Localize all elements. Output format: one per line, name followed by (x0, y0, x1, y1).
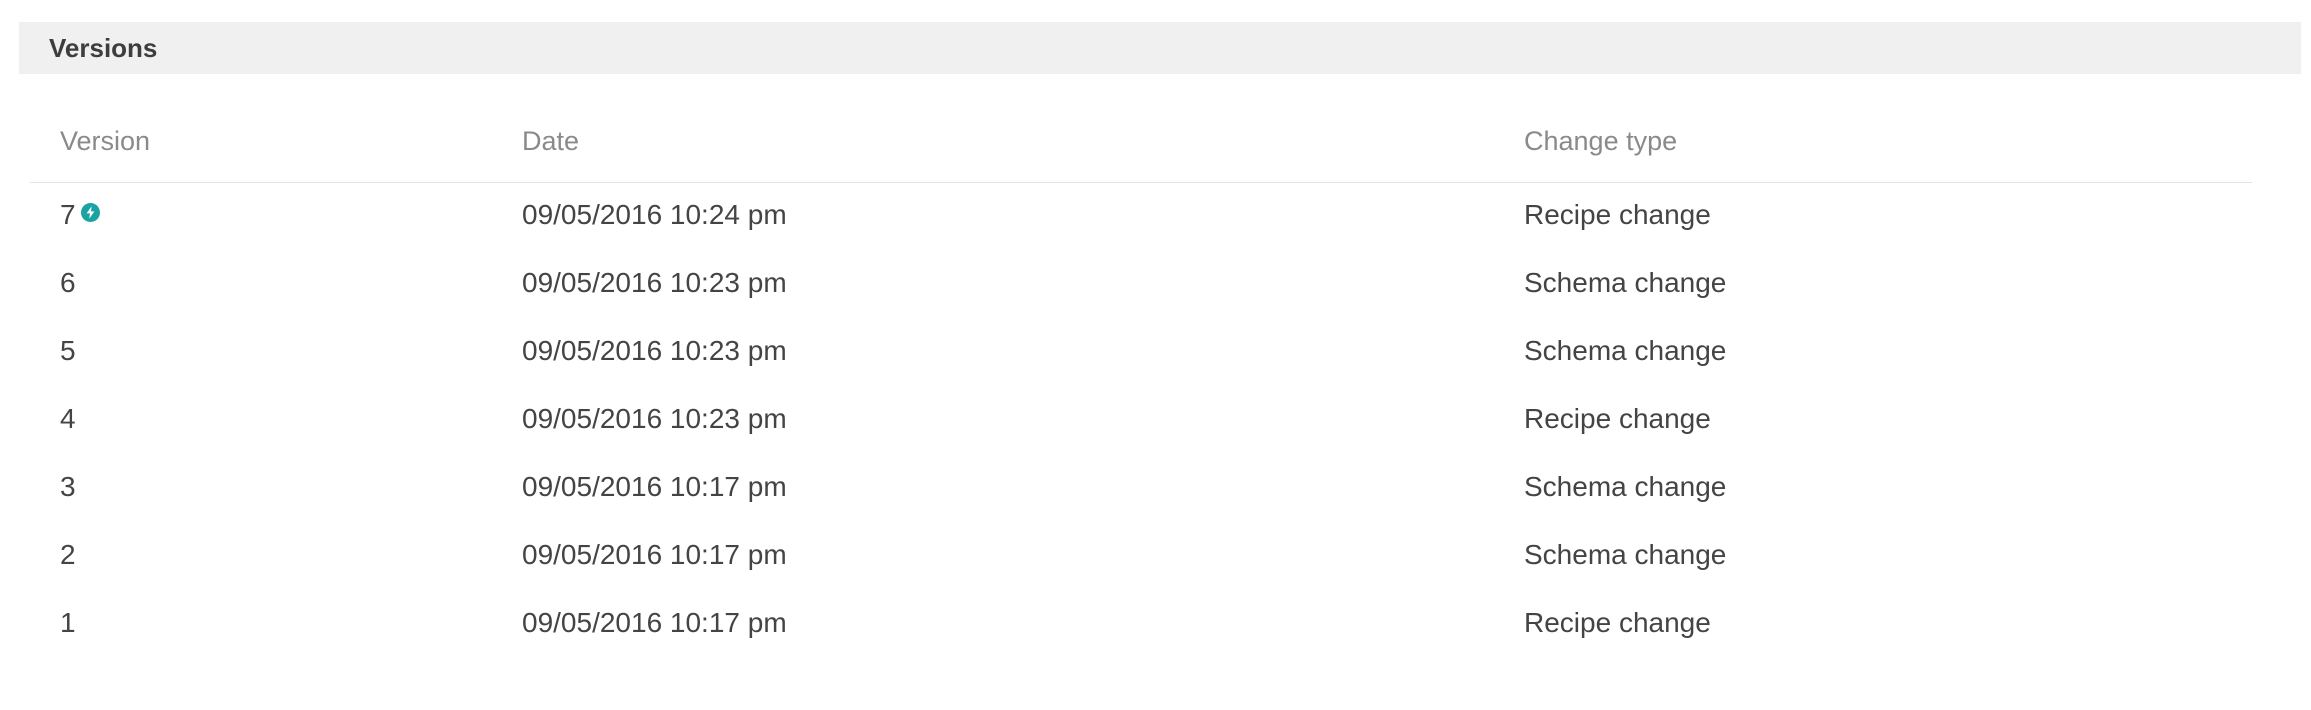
change-type-cell: Schema change (1524, 471, 1727, 502)
table-header: Version Date Change type (30, 96, 2252, 183)
versions-table: Version Date Change type 7 09/05/2016 10… (30, 96, 2252, 659)
change-type-cell: Schema change (1524, 539, 1727, 570)
column-header-version[interactable]: Version (60, 126, 150, 157)
change-type-cell: Recipe change (1524, 403, 1711, 434)
versions-panel: Versions (19, 22, 2301, 74)
change-type-cell: Recipe change (1524, 607, 1711, 638)
table-row[interactable]: 2 09/05/2016 10:17 pm Schema change (30, 523, 2252, 591)
lightning-bolt-icon (80, 203, 100, 222)
version-number: 6 (60, 267, 76, 298)
date-cell: 09/05/2016 10:24 pm (522, 199, 787, 230)
table-row[interactable]: 6 09/05/2016 10:23 pm Schema change (30, 251, 2252, 319)
version-number: 3 (60, 471, 76, 502)
version-number: 4 (60, 403, 76, 434)
version-number: 5 (60, 335, 76, 366)
change-type-cell: Schema change (1524, 335, 1727, 366)
table-row[interactable]: 1 09/05/2016 10:17 pm Recipe change (30, 591, 2252, 659)
date-cell: 09/05/2016 10:23 pm (522, 267, 787, 298)
change-type-cell: Recipe change (1524, 199, 1711, 230)
table-row[interactable]: 4 09/05/2016 10:23 pm Recipe change (30, 387, 2252, 455)
table-row[interactable]: 5 09/05/2016 10:23 pm Schema change (30, 319, 2252, 387)
version-number: 2 (60, 539, 76, 570)
table-row[interactable]: 3 09/05/2016 10:17 pm Schema change (30, 455, 2252, 523)
table-row[interactable]: 7 09/05/2016 10:24 pm Recipe change (30, 183, 2252, 251)
date-cell: 09/05/2016 10:23 pm (522, 335, 787, 366)
change-type-cell: Schema change (1524, 267, 1727, 298)
column-header-change-type[interactable]: Change type (1524, 126, 1677, 157)
version-number: 1 (60, 607, 76, 638)
column-header-date[interactable]: Date (522, 126, 579, 157)
versions-header: Versions (19, 22, 2301, 74)
version-number: 7 (60, 199, 76, 230)
date-cell: 09/05/2016 10:23 pm (522, 403, 787, 434)
version-cell: 7 (60, 199, 100, 231)
date-cell: 09/05/2016 10:17 pm (522, 539, 787, 570)
date-cell: 09/05/2016 10:17 pm (522, 607, 787, 638)
section-title: Versions (49, 32, 158, 63)
date-cell: 09/05/2016 10:17 pm (522, 471, 787, 502)
